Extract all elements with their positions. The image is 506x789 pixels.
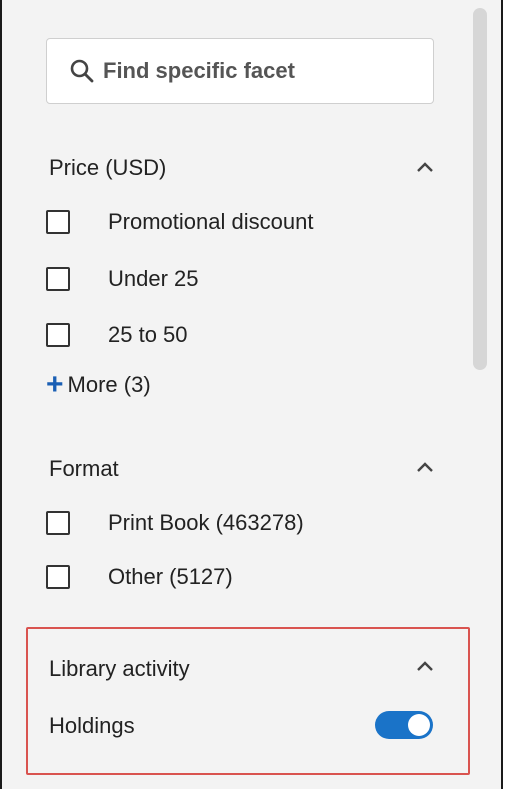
search-icon xyxy=(70,59,94,83)
checkbox[interactable] xyxy=(46,323,70,347)
option-label: Print Book (463278) xyxy=(108,510,304,535)
scrollbar-thumb[interactable] xyxy=(473,8,487,370)
search-placeholder: Find specific facet xyxy=(103,58,295,83)
option-label: Promotional discount xyxy=(108,209,314,234)
option-label: Under 25 xyxy=(108,266,199,291)
holdings-toggle[interactable] xyxy=(375,711,433,739)
facet-panel: Find specific facet Price (USD) Promotio… xyxy=(0,0,503,789)
option-label: Other (5127) xyxy=(108,564,233,589)
library-activity-highlight xyxy=(26,627,470,775)
price-option-under-25[interactable]: Under 25 xyxy=(46,266,199,292)
format-option-other[interactable]: Other (5127) xyxy=(46,564,233,590)
chevron-up-icon[interactable] xyxy=(414,659,436,673)
option-label: 25 to 50 xyxy=(108,322,188,347)
format-section-title: Format xyxy=(49,456,119,481)
checkbox[interactable] xyxy=(46,511,70,535)
price-option-promotional[interactable]: Promotional discount xyxy=(46,209,313,235)
format-option-print-book[interactable]: Print Book (463278) xyxy=(46,510,304,536)
facet-search-input[interactable]: Find specific facet xyxy=(46,38,434,104)
library-activity-section-title: Library activity xyxy=(49,656,190,681)
more-link[interactable]: + More (3) xyxy=(46,370,151,400)
plus-icon: + xyxy=(46,368,64,401)
chevron-up-icon[interactable] xyxy=(414,160,436,174)
holdings-label: Holdings xyxy=(49,713,135,738)
more-label: More (3) xyxy=(67,372,151,397)
checkbox[interactable] xyxy=(46,267,70,291)
checkbox[interactable] xyxy=(46,210,70,234)
price-section-title: Price (USD) xyxy=(49,155,167,180)
price-option-25-to-50[interactable]: 25 to 50 xyxy=(46,322,188,348)
checkbox[interactable] xyxy=(46,565,70,589)
chevron-up-icon[interactable] xyxy=(414,460,436,474)
toggle-knob xyxy=(408,714,430,736)
